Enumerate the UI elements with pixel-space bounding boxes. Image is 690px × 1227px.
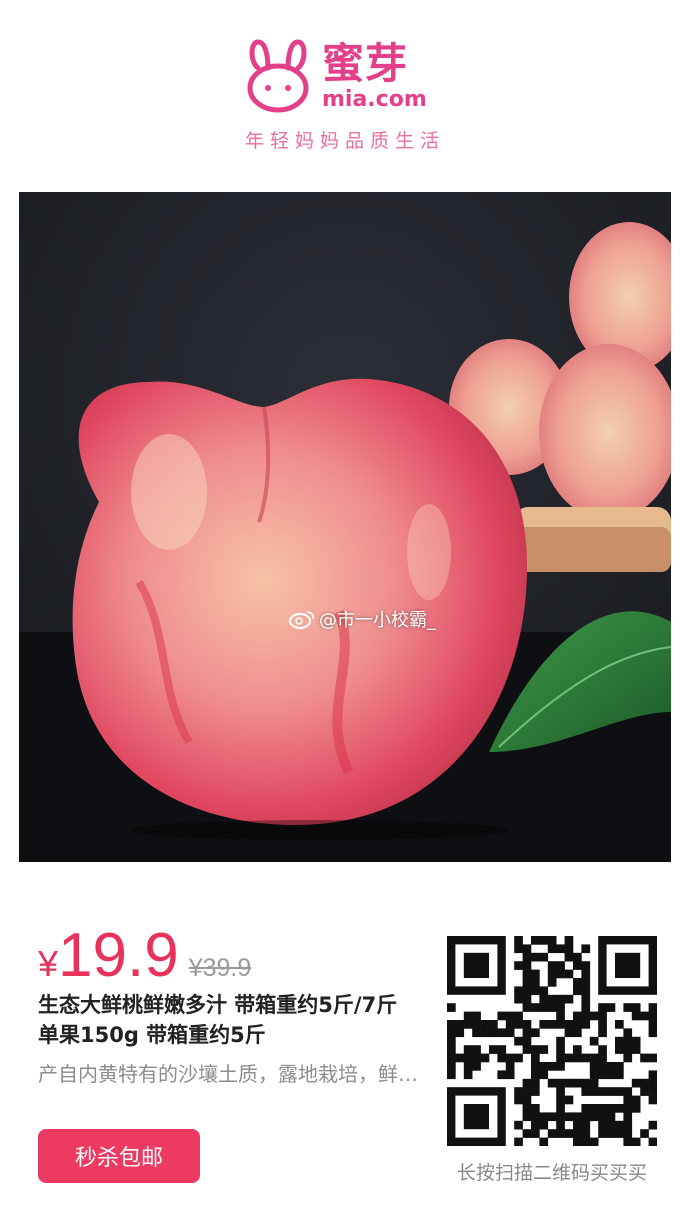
product-photo: @市一小校霸_: [19, 192, 671, 862]
qr-code-icon[interactable]: [447, 936, 657, 1146]
original-price: ¥39.9: [188, 954, 252, 982]
sale-price: 19.9: [58, 921, 179, 990]
brand-domain: mia.com: [322, 87, 427, 112]
logo: 蜜芽 mia.com: [244, 38, 427, 118]
product-title: 生态大鲜桃鲜嫩多汁 带箱重约5斤/7斤单果150g 带箱重约5斤: [38, 993, 398, 1047]
brand-name: 蜜芽: [322, 39, 409, 88]
weibo-icon: [289, 611, 314, 629]
product-description: 产自内黄特有的沙壤土质，露地栽培，鲜甜多汁: [38, 1062, 418, 1086]
header: 蜜芽 mia.com 年轻妈妈品质生活: [0, 0, 690, 190]
watermark: @市一小校霸_: [289, 606, 436, 632]
product-info: ¥ 19.9 ¥39.9 生态大鲜桃鲜嫩多汁 带箱重约5斤/7斤单果150g 带…: [38, 922, 418, 1088]
watermark-text: @市一小校霸_: [319, 610, 436, 631]
slogan: 年轻妈妈品质生活: [244, 130, 445, 152]
currency-symbol: ¥: [38, 943, 59, 984]
price-row: ¥ 19.9 ¥39.9: [38, 922, 418, 990]
qr-caption: 长按扫描二维码买买买: [456, 1162, 647, 1184]
flash-sale-button[interactable]: 秒杀包邮: [38, 1129, 200, 1183]
bunny-icon: [247, 39, 309, 113]
